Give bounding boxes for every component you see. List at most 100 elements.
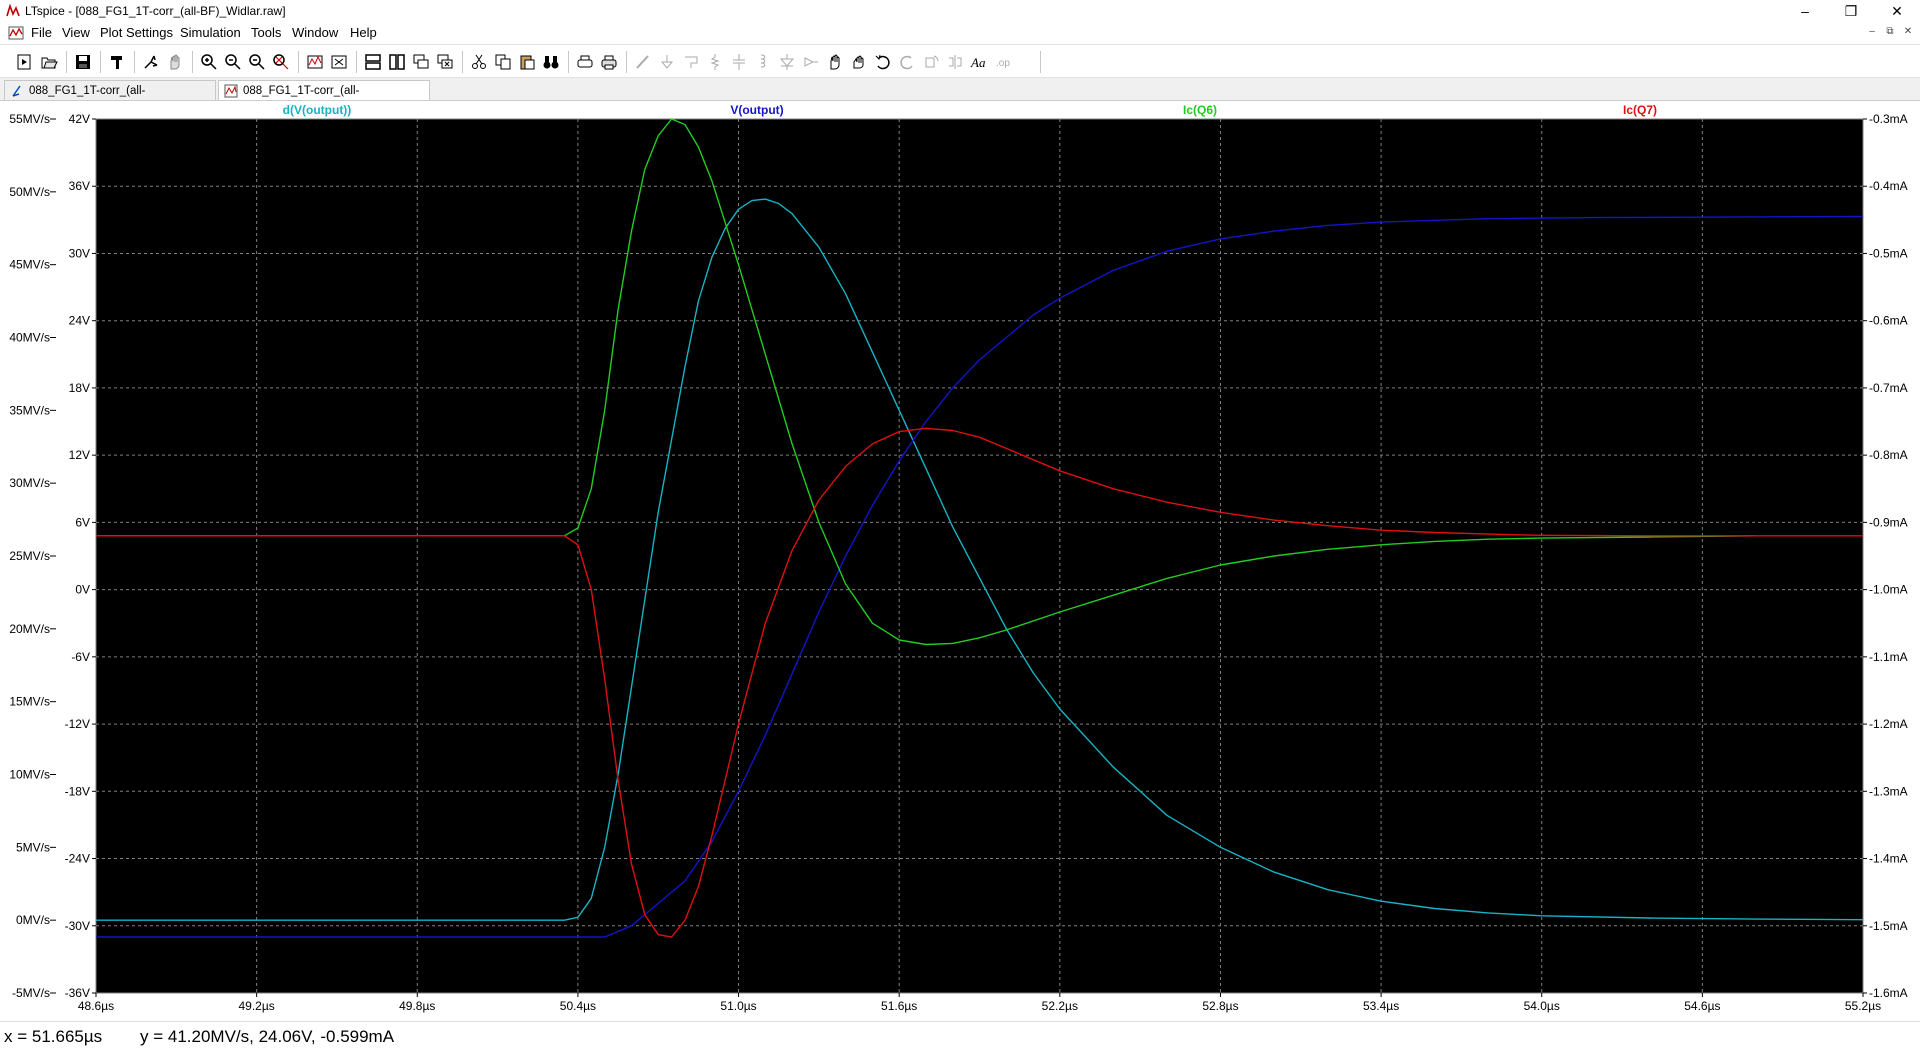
y-right-tick-label: -1.4mA xyxy=(1869,852,1908,866)
trace-label-ic-q6[interactable]: Ic(Q6) xyxy=(1183,103,1217,117)
tab-waveform[interactable]: 088_FG1_1T-corr_(all-BF)_Widlar.raw xyxy=(218,80,430,117)
halt-hand-icon[interactable] xyxy=(164,51,186,73)
save-icon[interactable] xyxy=(72,51,94,73)
svg-text:Aa: Aa xyxy=(970,55,986,70)
new-schematic-icon[interactable] xyxy=(13,51,35,73)
x-tick-label: 55.2µs xyxy=(1845,999,1881,1013)
menu-window[interactable]: Window xyxy=(292,25,338,40)
copy-icon[interactable] xyxy=(492,51,514,73)
y-outer-tick-label: 30MV/s xyxy=(9,476,50,490)
y-outer-tick-label: 20MV/s xyxy=(9,622,50,636)
waveform-plot-pane[interactable]: 48.6µs 49.2µs 49.8µs 50.4µs 51.0µs 51.6µs 52.2… xyxy=(0,101,1920,1021)
y-inner-tick-label: 42V xyxy=(69,112,90,126)
svg-text:.op: .op xyxy=(996,58,1010,69)
autorange-icon[interactable] xyxy=(304,51,326,73)
y-inner-tick-label: 18V xyxy=(69,381,90,395)
menu-view[interactable]: View xyxy=(62,25,90,40)
toolbar-separator xyxy=(356,51,357,73)
toolbar-separator xyxy=(1040,51,1041,73)
control-panel-hammer-icon[interactable] xyxy=(106,51,128,73)
waveform-chart[interactable]: 48.6µs 49.2µs 49.8µs 50.4µs 51.0µs 51.6µs 52.2… xyxy=(0,101,1920,1021)
y-right-tick-label: -1.2mA xyxy=(1869,717,1908,731)
mdi-minimize-button[interactable]: – xyxy=(1864,26,1880,40)
close-all-windows-icon[interactable] xyxy=(434,51,456,73)
move-hand-icon[interactable] xyxy=(824,51,846,73)
trace-label-d-v-output[interactable]: d(V(output)) xyxy=(283,103,352,117)
diode-icon xyxy=(776,51,798,73)
menu-plot-settings[interactable]: Plot Settings xyxy=(100,25,173,40)
mdi-close-button[interactable]: ✕ xyxy=(1900,26,1916,40)
zoom-full-icon[interactable] xyxy=(270,51,292,73)
drag-hand-icon[interactable] xyxy=(848,51,870,73)
inductor-icon xyxy=(752,51,774,73)
redo-icon xyxy=(896,51,918,73)
undo-icon[interactable] xyxy=(872,51,894,73)
waveform-document-icon[interactable] xyxy=(8,25,24,41)
tile-vertical-icon[interactable] xyxy=(386,51,408,73)
window-restore-button[interactable]: ❐ xyxy=(1828,0,1874,22)
open-folder-icon[interactable] xyxy=(38,51,60,73)
text-aa-icon[interactable]: Aa xyxy=(968,51,990,73)
y-outer-tick-label: 10MV/s xyxy=(9,768,50,782)
trace-label-v-output[interactable]: V(output) xyxy=(730,103,783,117)
toolbar-separator xyxy=(100,51,101,73)
x-tick-label: 50.4µs xyxy=(560,999,596,1013)
plot-area[interactable] xyxy=(95,118,1864,994)
spice-directive-icon: .op xyxy=(992,51,1014,73)
trace-label-ic-q7[interactable]: Ic(Q7) xyxy=(1623,103,1657,117)
x-tick-label: 52.2µs xyxy=(1042,999,1078,1013)
y-outer-tick-label: 15MV/s xyxy=(9,695,50,709)
menu-tools[interactable]: Tools xyxy=(251,25,281,40)
y-right-tick-label: -0.6mA xyxy=(1869,314,1908,328)
y-inner-tick-label: -24V xyxy=(65,852,90,866)
cut-scissors-icon[interactable] xyxy=(468,51,490,73)
ground-icon xyxy=(656,51,678,73)
y-right-tick-label: -0.5mA xyxy=(1869,246,1908,260)
y-right-tick-label: -0.8mA xyxy=(1869,448,1908,462)
print-setup-icon[interactable] xyxy=(574,51,596,73)
x-tick-label: 51.6µs xyxy=(881,999,917,1013)
x-tick-label: 49.2µs xyxy=(238,999,274,1013)
document-tabs: 088_FG1_1T-corr_(all-BF)_Widlar.asc 088_… xyxy=(0,78,1920,117)
zoom-in-icon[interactable] xyxy=(198,51,220,73)
x-tick-label: 49.8µs xyxy=(399,999,435,1013)
zoom-out-icon[interactable] xyxy=(222,51,244,73)
status-bar: x = 51.665µs y = 41.20MV/s, 24.06V, -0.5… xyxy=(0,1021,1920,1050)
y-outer-tick-label: 5MV/s xyxy=(16,840,50,854)
print-icon[interactable] xyxy=(598,51,620,73)
mdi-restore-button[interactable]: ⧉ xyxy=(1882,26,1898,40)
y-inner-tick-label: -18V xyxy=(65,784,90,798)
y-inner-tick-label: 36V xyxy=(69,179,90,193)
menu-simulation[interactable]: Simulation xyxy=(180,25,241,40)
y-inner-tick-label: 0V xyxy=(75,583,90,597)
y-right-tick-label: -0.3mA xyxy=(1869,112,1908,126)
y-right-tick-label: -1.1mA xyxy=(1869,650,1908,664)
y-right-tick-label: -0.7mA xyxy=(1869,381,1908,395)
component-icon xyxy=(800,51,822,73)
y-inner-tick-label: -30V xyxy=(65,919,90,933)
toolbar-separator xyxy=(134,51,135,73)
y-outer-tick-label: -5MV/s xyxy=(12,986,50,1000)
y-outer-tick-label: 25MV/s xyxy=(9,549,50,563)
menu-help[interactable]: Help xyxy=(350,25,377,40)
toolbar-separator xyxy=(626,51,627,73)
zoom-back-icon[interactable] xyxy=(246,51,268,73)
toolbar-separator xyxy=(568,51,569,73)
window-minimize-button[interactable]: – xyxy=(1782,0,1828,22)
tile-horizontal-icon[interactable] xyxy=(362,51,384,73)
run-icon[interactable] xyxy=(140,51,162,73)
y-right-tick-label: -1.3mA xyxy=(1869,784,1908,798)
cascade-windows-icon[interactable] xyxy=(410,51,432,73)
x-tick-label: 48.6µs xyxy=(78,999,114,1013)
y-inner-tick-label: 12V xyxy=(69,448,90,462)
window-title: LTspice - [088_FG1_1T-corr_(all-BF)_Widl… xyxy=(25,4,286,18)
find-binoculars-icon[interactable] xyxy=(540,51,562,73)
window-close-button[interactable]: ✕ xyxy=(1874,0,1920,22)
y-right-tick-label: -1.6mA xyxy=(1869,986,1908,1000)
delete-trace-icon[interactable] xyxy=(328,51,350,73)
tab-schematic[interactable]: 088_FG1_1T-corr_(all-BF)_Widlar.asc xyxy=(4,80,216,117)
mirror-icon xyxy=(944,51,966,73)
menu-file[interactable]: File xyxy=(31,25,52,40)
cursor-x-readout: x = 51.665µs xyxy=(4,1027,103,1046)
paste-icon[interactable] xyxy=(516,51,538,73)
